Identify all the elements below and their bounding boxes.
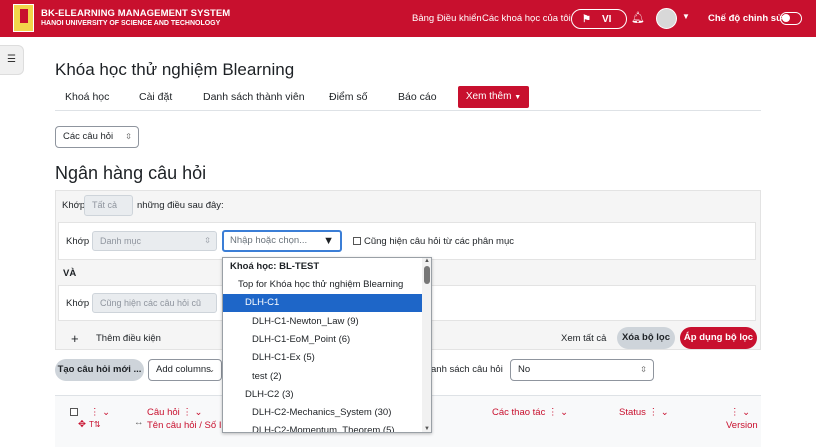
and-label: VÀ xyxy=(63,268,77,279)
chevron-down-icon: ⌄ xyxy=(208,365,215,374)
column-question-subheader[interactable]: Tên câu hỏi / Số ID xyxy=(147,420,228,431)
chevron-down-icon: ▼ xyxy=(514,94,522,101)
sort-icon[interactable]: T⇅ xyxy=(89,420,101,429)
course-title: Khóa học thử nghiệm Blearning xyxy=(55,60,295,79)
subcategory-checkbox[interactable] xyxy=(353,237,361,245)
tab-course[interactable]: Khoá học xyxy=(65,91,109,103)
match-all-value: Tất cả xyxy=(92,200,118,210)
language-button[interactable]: ⚑ VI xyxy=(571,9,627,29)
listbox-option-selected[interactable]: DLH-C1 xyxy=(223,294,423,312)
tab-more-label: Xem thêm xyxy=(465,91,512,102)
category-match-label: Khớp xyxy=(66,236,90,247)
question-list-label: anh sách câu hỏi xyxy=(431,364,503,375)
column-actions-header[interactable]: Các thao tác ⋮ ⌄ xyxy=(492,407,568,418)
hidden-match-label: Khớp xyxy=(66,298,90,309)
show-text-value: No xyxy=(518,364,531,375)
listbox-option[interactable]: Top for Khóa học thử nghiệm Blearning xyxy=(223,276,423,294)
tab-more[interactable]: Xem thêm ▼ xyxy=(458,86,529,108)
select-arrows-icon: ⇳ xyxy=(640,365,647,374)
listbox-option[interactable]: DLH-C2-Momentum_Theorem (5) xyxy=(223,422,423,432)
select-all-checkbox[interactable] xyxy=(70,408,78,416)
move-icon[interactable]: ✥ xyxy=(78,419,86,430)
clear-filter-button[interactable]: Xóa bộ lọc xyxy=(617,327,675,349)
avatar[interactable] xyxy=(656,8,677,29)
match-label: Khớp xyxy=(62,200,86,211)
column-question-label: Câu hỏi xyxy=(147,407,180,418)
nav-my-courses-link[interactable]: Các khoá học của tôi xyxy=(482,13,571,24)
match-suffix: những điều sau đây: xyxy=(137,200,224,211)
subcategory-label: Cũng hiện câu hỏi từ các phân mục xyxy=(364,236,515,247)
add-condition-link[interactable]: Thêm điều kiện xyxy=(96,333,161,344)
dropdown-triangle-icon[interactable]: ▼ xyxy=(323,232,334,250)
scroll-down-icon[interactable]: ▼ xyxy=(424,426,430,432)
column-status-label: Status xyxy=(619,407,646,418)
language-label: VI xyxy=(602,14,612,25)
brand-name: BK-ELEARNING MANAGEMENT SYSTEM xyxy=(41,8,231,19)
select-arrows-icon: ⇳ xyxy=(204,236,211,245)
select-arrows-icon: ⇳ xyxy=(125,132,132,141)
hidden-questions-select: Cũng hiện các câu hỏi cũ xyxy=(92,293,217,313)
nav-dashboard-link[interactable]: Bảng Điều khiển xyxy=(412,13,482,24)
edit-mode-toggle[interactable] xyxy=(780,12,802,25)
question-bank-nav-select[interactable]: Các câu hỏi ⇳ xyxy=(55,126,139,148)
show-text-select[interactable]: No ⇳ xyxy=(510,359,654,381)
listbox-option[interactable]: test (2) xyxy=(223,368,423,386)
chevron-down-icon[interactable]: ▼ xyxy=(682,12,690,21)
match-all-select: Tất cả xyxy=(84,195,133,216)
add-columns-label: Add columns xyxy=(156,364,211,375)
tab-reports[interactable]: Báo cáo xyxy=(398,91,437,103)
category-listbox[interactable]: Khoá học: BL-TEST Top for Khóa học thử n… xyxy=(222,257,432,433)
version-menu-icon[interactable]: ⋮ ⌄ xyxy=(730,407,750,418)
listbox-option[interactable]: DLH-C1-Ex (5) xyxy=(223,349,423,367)
tab-settings[interactable]: Cài đặt xyxy=(139,91,172,103)
university-logo-icon[interactable] xyxy=(13,4,34,32)
column-actions-label: Các thao tác xyxy=(492,407,546,418)
column-status-header[interactable]: Status ⋮ ⌄ xyxy=(619,407,669,418)
tab-participants[interactable]: Danh sách thành viên xyxy=(203,91,305,103)
column-question-header[interactable]: Câu hỏi ⋮ ⌄ xyxy=(147,407,203,418)
listbox-scrollbar[interactable]: ▲ ▼ xyxy=(422,258,431,432)
add-columns-select[interactable]: Add columns ⌄ xyxy=(148,359,222,381)
listbox-option[interactable]: DLH-C1-EoM_Point (6) xyxy=(223,331,423,349)
column-menu-icon[interactable]: ⋮ ⌄ xyxy=(90,407,110,418)
listbox-option[interactable]: Khoá học: BL-TEST xyxy=(223,258,423,276)
scrollbar-thumb[interactable] xyxy=(424,266,430,284)
notification-bell-icon[interactable]: 🔔︎ xyxy=(631,11,645,24)
scroll-up-icon[interactable]: ▲ xyxy=(424,258,430,264)
question-bank-nav-value: Các câu hỏi xyxy=(63,131,114,142)
create-question-button[interactable]: Tạo câu hỏi mới ... xyxy=(55,359,144,381)
column-version-header[interactable]: Version xyxy=(726,420,758,431)
page-heading: Ngân hàng câu hỏi xyxy=(55,163,207,183)
listbox-option[interactable]: DLH-C2 (3) xyxy=(223,386,423,404)
tab-divider xyxy=(55,110,761,111)
resize-handle-icon[interactable]: ↔ xyxy=(134,417,144,428)
category-type-value: Danh mục xyxy=(100,236,142,246)
category-type-select: Danh mục ⇳ xyxy=(92,231,217,251)
edit-mode-label: Chế độ chỉnh sửa xyxy=(708,13,789,24)
show-all-link[interactable]: Xem tất cả xyxy=(561,333,606,344)
top-navbar: BK-ELEARNING MANAGEMENT SYSTEM HANOI UNI… xyxy=(0,0,816,37)
brand-subtitle: HANOI UNIVERSITY OF SCIENCE AND TECHNOLO… xyxy=(41,20,221,27)
listbox-option[interactable]: DLH-C2-Mechanics_System (30) xyxy=(223,404,423,422)
flag-icon: ⚑ xyxy=(582,14,591,25)
hidden-questions-value: Cũng hiện các câu hỏi cũ xyxy=(100,298,202,308)
list-icon: ☰ xyxy=(7,54,16,65)
category-combobox-placeholder: Nhập hoặc chọn... xyxy=(230,235,308,246)
apply-filter-button[interactable]: Áp dụng bộ lọc xyxy=(680,327,757,349)
plus-icon[interactable]: + xyxy=(71,331,79,346)
tab-grades[interactable]: Điểm số xyxy=(329,91,368,103)
listbox-option[interactable]: DLH-C1-Newton_Law (9) xyxy=(223,313,423,331)
course-index-drawer-button[interactable]: ☰ xyxy=(0,45,24,75)
category-combobox[interactable]: Nhập hoặc chọn... ▼ xyxy=(222,230,342,252)
